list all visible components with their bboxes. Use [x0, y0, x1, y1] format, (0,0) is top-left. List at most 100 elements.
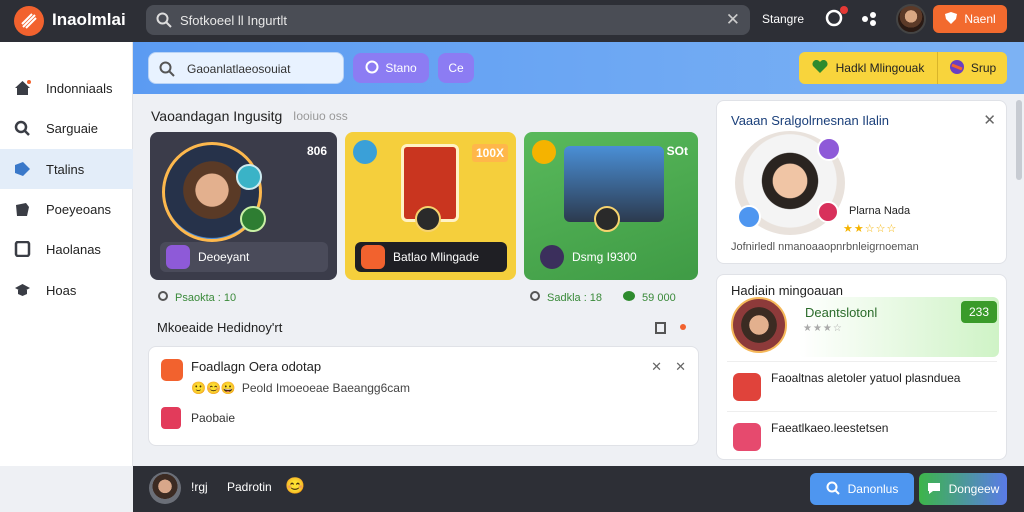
- eye-icon: [529, 290, 541, 305]
- game-card-2[interactable]: 100X Batlao Mlingade: [345, 132, 516, 280]
- sidebar-item-active[interactable]: Ttalins: [0, 149, 133, 189]
- top-cta-button[interactable]: Naenl: [933, 5, 1007, 33]
- user-avatar[interactable]: [896, 4, 926, 34]
- bottom-bar: !rgj Padrotin 😊 Danonlus Dongeew: [133, 466, 1024, 512]
- eye-icon: [157, 290, 169, 305]
- user-avatar[interactable]: [149, 472, 181, 504]
- user-name: Padrotin: [227, 480, 272, 494]
- sidebar-item-boards[interactable]: Haolanas: [0, 229, 133, 269]
- leaderboard-panel: Hadiain mingoauan Deantslotonl ★★★☆ 233 …: [716, 274, 1007, 460]
- badge-icon: [817, 201, 839, 223]
- pin-icon[interactable]: ✕: [651, 359, 662, 375]
- copy-icon[interactable]: [655, 320, 667, 339]
- search-input[interactable]: [180, 9, 720, 31]
- meta-right: Sadkla : 18 59 000: [529, 290, 676, 305]
- app-name: Inaolmlai: [52, 10, 126, 29]
- top-cta-label: Naenl: [964, 12, 996, 26]
- player-avatar: [731, 297, 787, 353]
- filter-pill-2[interactable]: Ce: [438, 53, 474, 83]
- verified-badge-icon: [240, 206, 266, 232]
- check-badge-icon: [236, 164, 262, 190]
- signup-button[interactable]: Srup: [937, 52, 1007, 84]
- panel-title: Hadiain mingoauan: [731, 283, 844, 298]
- card-footer: Batlao Mlingade: [355, 242, 507, 272]
- sidebar-item-learn[interactable]: Hoas: [0, 270, 133, 310]
- section-title: Vaoandagan Ingusitg: [151, 108, 283, 124]
- notification-bell-icon[interactable]: [824, 6, 848, 30]
- circle-icon: [365, 60, 379, 77]
- game-card-1[interactable]: 806 Deoeyant: [150, 132, 337, 280]
- top-bar: Inaolmlai ✕ Stangre Naenl: [0, 0, 1024, 42]
- score-badge: 233: [961, 301, 997, 323]
- meta-left: Psaokta : 10: [157, 290, 236, 305]
- search-icon: [826, 481, 840, 498]
- card-stat: SOt: [666, 144, 688, 158]
- emoji-icon: 🙂😊😀: [191, 381, 236, 395]
- app-logo-icon[interactable]: [14, 6, 44, 36]
- notification-footer: Paobaie: [191, 411, 236, 425]
- sidebar-item-search[interactable]: Sarguaie: [0, 108, 133, 148]
- gift-icon: [161, 407, 181, 429]
- filter-pill-1[interactable]: Stano: [353, 53, 429, 83]
- list-item[interactable]: Faoaltnas aletoler yatuol plasnduea: [727, 361, 997, 411]
- featured-player-panel: Vaaan Sralgolrnesnan Ilalin ✕ Plarna Nad…: [716, 100, 1007, 264]
- square-icon: [14, 240, 31, 258]
- card-footer: Deoeyant: [160, 242, 328, 272]
- filter-search-text: Gaoanlatlaeosouiat: [187, 62, 291, 76]
- search-icon: [159, 61, 175, 82]
- game-icon: [361, 245, 385, 269]
- user-tag: !rgj: [191, 480, 208, 494]
- section-title-2: Mkoeaide Hedidnoy'rt: [157, 320, 283, 335]
- sidebar: Indonniaals Sarguaie Ttalins Poeyeoans H…: [0, 42, 133, 466]
- rating-stars: ★★☆☆☆: [843, 223, 898, 235]
- filter-search[interactable]: Gaoanlatlaeosouiat: [148, 52, 344, 84]
- game-icon: [540, 245, 564, 269]
- filter-bar: Gaoanlatlaeosouiat Stano Ce Hadkl Mlingo…: [133, 42, 1024, 94]
- close-icon[interactable]: ✕: [983, 111, 996, 129]
- section-subtitle: Iooiuo oss: [293, 109, 348, 123]
- gift-icon: [733, 423, 761, 451]
- panel-footer: Jofnirledl nmanoaaopnrbnleigrnoeman: [731, 241, 919, 253]
- close-icon[interactable]: ✕: [675, 359, 686, 375]
- badge-icon: [737, 205, 761, 229]
- player-name: Deantslotonl: [805, 305, 878, 320]
- panel-title: Vaaan Sralgolrnesnan Ilalin: [731, 113, 890, 128]
- graduation-icon: [14, 282, 31, 298]
- search-icon: [156, 12, 172, 33]
- shield-icon: [944, 11, 958, 28]
- badge-icon: [353, 140, 377, 164]
- home-icon: [14, 80, 31, 96]
- clear-search-icon[interactable]: ✕: [726, 11, 740, 29]
- coins-icon: [622, 290, 636, 305]
- tag-icon: [14, 161, 31, 177]
- notification-card[interactable]: Foadlagn Oera odotap 🙂😊😀 Peold Imoeoeae …: [148, 346, 699, 446]
- promo-button[interactable]: Hadkl Mlingouak: [799, 52, 937, 84]
- card-stat: 100X: [471, 144, 508, 162]
- clipboard-icon: [14, 201, 31, 217]
- game-card-3[interactable]: SOt Dsmg I9300: [524, 132, 698, 280]
- chat-button[interactable]: Dongeew: [919, 473, 1007, 505]
- search-icon: [14, 120, 31, 136]
- game-icon: [166, 245, 190, 269]
- player-name: Plarna Nada: [849, 205, 911, 217]
- badge-icon: [532, 140, 556, 164]
- heart-icon: [812, 59, 828, 77]
- list-item[interactable]: Faeatlkaeo.leestetsen: [727, 411, 997, 459]
- card-stat: 806: [306, 144, 327, 158]
- shield-icon: [733, 373, 761, 401]
- emoji-icon: 😊: [285, 478, 305, 495]
- search-button[interactable]: Danonlus: [810, 473, 914, 505]
- scrollbar[interactable]: [1016, 100, 1022, 180]
- player-score-box[interactable]: Deantslotonl ★★★☆ 233: [799, 297, 999, 357]
- sidebar-item-reports[interactable]: Poeyeoans: [0, 189, 133, 229]
- top-link[interactable]: Stangre: [762, 12, 804, 26]
- coin-icon: [415, 206, 441, 232]
- share-icon[interactable]: [860, 10, 878, 33]
- notification-title: Foadlagn Oera odotap: [191, 359, 322, 374]
- card-footer: Dsmg I9300: [534, 242, 690, 272]
- notification-dot: [840, 6, 848, 14]
- badge-icon: [817, 137, 841, 161]
- notification-subtitle: 🙂😊😀 Peold Imoeoeae Baeangg6cam: [191, 381, 410, 395]
- search-bar[interactable]: ✕: [146, 5, 750, 35]
- sidebar-item-home[interactable]: Indonniaals: [0, 68, 133, 108]
